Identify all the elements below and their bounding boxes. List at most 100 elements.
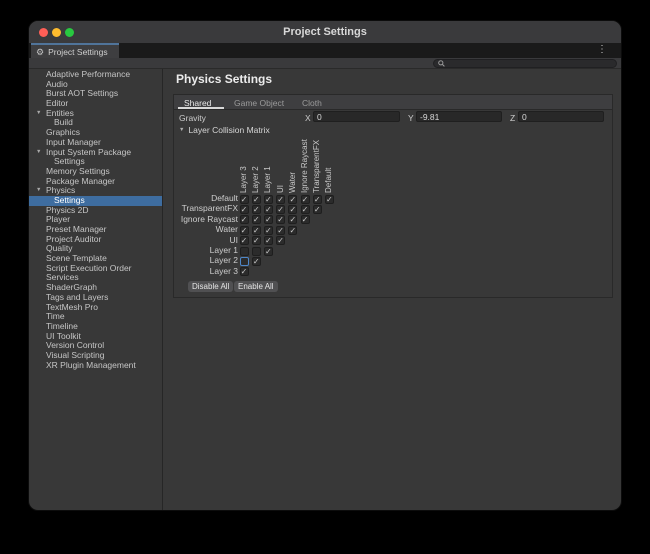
gravity-x-label: X — [305, 113, 311, 123]
foldout-arrow-icon[interactable]: ▼ — [36, 109, 41, 119]
collision-checkbox-ui-vs-ui[interactable]: ✓ — [276, 236, 285, 245]
check-icon: ✓ — [277, 205, 284, 214]
sidebar-item-label: XR Plugin Management — [46, 360, 136, 370]
gravity-label: Gravity — [179, 113, 206, 123]
collision-checkbox-default-vs-ignore-raycast[interactable]: ✓ — [301, 195, 310, 204]
collision-checkbox-water-vs-layer-3[interactable]: ✓ — [240, 226, 249, 235]
matrix-row-label-ui: UI — [174, 235, 238, 245]
check-icon: ✓ — [289, 215, 296, 224]
collision-checkbox-default-vs-ui[interactable]: ✓ — [276, 195, 285, 204]
collision-checkbox-default-vs-layer-3[interactable]: ✓ — [240, 195, 249, 204]
gravity-z-field[interactable]: 0 — [518, 111, 604, 122]
collision-checkbox-ignore-raycast-vs-water[interactable]: ✓ — [288, 215, 297, 224]
collision-checkbox-default-vs-layer-1[interactable]: ✓ — [264, 195, 273, 204]
foldout-arrow-icon[interactable]: ▼ — [36, 148, 41, 158]
sidebar-item-label: Physics — [46, 185, 75, 195]
sidebar-item-xr-plugin-management[interactable]: XR Plugin Management — [29, 361, 162, 371]
collision-checkbox-water-vs-layer-1[interactable]: ✓ — [264, 226, 273, 235]
collision-checkbox-default-vs-layer-2[interactable]: ✓ — [252, 195, 261, 204]
close-window-button[interactable] — [39, 28, 48, 37]
active-tab-underline — [178, 107, 224, 109]
sidebar-item-label: Quality — [46, 243, 72, 253]
collision-checkbox-default-vs-default[interactable]: ✓ — [325, 195, 334, 204]
collision-checkbox-ui-vs-layer-1[interactable]: ✓ — [264, 236, 273, 245]
gravity-y-field[interactable]: -9.81 — [416, 111, 502, 122]
collision-checkbox-transparentfx-vs-layer-1[interactable]: ✓ — [264, 205, 273, 214]
check-icon: ✓ — [265, 236, 272, 245]
window-title: Project Settings — [29, 21, 621, 43]
check-icon: ✓ — [253, 195, 260, 204]
collision-checkbox-water-vs-water[interactable]: ✓ — [288, 226, 297, 235]
collision-checkbox-ignore-raycast-vs-ignore-raycast[interactable]: ✓ — [301, 215, 310, 224]
check-icon: ✓ — [277, 215, 284, 224]
collision-checkbox-transparentfx-vs-layer-3[interactable]: ✓ — [240, 205, 249, 214]
titlebar[interactable]: Project Settings — [29, 21, 621, 43]
check-icon: ✓ — [314, 195, 321, 204]
gravity-x-field[interactable]: 0 — [313, 111, 400, 122]
collision-checkbox-layer-1-vs-layer-1[interactable]: ✓ — [264, 247, 273, 256]
sidebar-item-physics[interactable]: ▼ Physics — [29, 186, 162, 196]
sidebar-item-label: Script Execution Order — [46, 263, 132, 273]
sidebar-item-label: Memory Settings — [46, 166, 110, 176]
collision-checkbox-layer-1-vs-layer-2[interactable] — [252, 247, 261, 256]
collision-checkbox-layer-2-vs-layer-2[interactable]: ✓ — [252, 257, 261, 266]
collision-checkbox-water-vs-ui[interactable]: ✓ — [276, 226, 285, 235]
collision-checkbox-transparentfx-vs-water[interactable]: ✓ — [288, 205, 297, 214]
collision-checkbox-layer-3-vs-layer-3[interactable]: ✓ — [240, 267, 249, 276]
matrix-column-label-ignore-raycast: Ignore Raycast — [301, 139, 309, 193]
matrix-column-label-layer-2: Layer 2 — [252, 166, 260, 193]
check-icon: ✓ — [265, 195, 272, 204]
project-settings-window: Project Settings ⚙ Project Settings ⋮ Ad… — [28, 20, 622, 511]
foldout-arrow-icon[interactable]: ▼ — [36, 186, 41, 196]
collision-checkbox-ignore-raycast-vs-ui[interactable]: ✓ — [276, 215, 285, 224]
minimize-window-button[interactable] — [52, 28, 61, 37]
collision-checkbox-ignore-raycast-vs-layer-2[interactable]: ✓ — [252, 215, 261, 224]
tab-project-settings[interactable]: ⚙ Project Settings — [31, 43, 119, 58]
collision-checkbox-layer-2-vs-layer-3[interactable] — [240, 257, 249, 266]
tab-game-object[interactable]: Game Object — [234, 98, 284, 108]
check-icon: ✓ — [326, 195, 333, 204]
collision-checkbox-water-vs-layer-2[interactable]: ✓ — [252, 226, 261, 235]
check-icon: ✓ — [277, 195, 284, 204]
search-input[interactable] — [433, 59, 617, 68]
foldout-arrow-icon[interactable]: ▼ — [179, 127, 184, 133]
zoom-window-button[interactable] — [65, 28, 74, 37]
collision-checkbox-ui-vs-layer-3[interactable]: ✓ — [240, 236, 249, 245]
matrix-column-label-ui: UI — [277, 185, 285, 193]
collision-checkbox-transparentfx-vs-layer-2[interactable]: ✓ — [252, 205, 261, 214]
matrix-row-label-layer-2: Layer 2 — [174, 255, 238, 265]
check-icon: ✓ — [265, 247, 272, 256]
check-icon: ✓ — [241, 215, 248, 224]
check-icon: ✓ — [314, 205, 321, 214]
collision-checkbox-ignore-raycast-vs-layer-1[interactable]: ✓ — [264, 215, 273, 224]
check-icon: ✓ — [289, 195, 296, 204]
tab-cloth[interactable]: Cloth — [302, 98, 322, 108]
collision-checkbox-transparentfx-vs-ui[interactable]: ✓ — [276, 205, 285, 214]
matrix-row-label-water: Water — [174, 224, 238, 234]
check-icon: ✓ — [302, 215, 309, 224]
collision-checkbox-default-vs-transparentfx[interactable]: ✓ — [313, 195, 322, 204]
sidebar-item-entities[interactable]: ▼Entities — [29, 109, 162, 119]
collision-checkbox-transparentfx-vs-ignore-raycast[interactable]: ✓ — [301, 205, 310, 214]
sidebar-item-label: Scene Template — [46, 253, 107, 263]
enable-all-button[interactable]: Enable All — [234, 281, 278, 292]
sidebar-item-input-system-package[interactable]: ▼Input System Package — [29, 148, 162, 158]
sidebar-item-label: Time — [46, 311, 65, 321]
sidebar-item-label: Audio — [46, 79, 68, 89]
layer-collision-matrix-foldout[interactable]: ▼ Layer Collision Matrix — [179, 125, 270, 135]
kebab-menu-icon[interactable]: ⋮ — [597, 43, 607, 58]
collision-checkbox-ignore-raycast-vs-layer-3[interactable]: ✓ — [240, 215, 249, 224]
collision-checkbox-layer-1-vs-layer-3[interactable] — [240, 247, 249, 256]
sidebar-item-label: UI Toolkit — [46, 331, 81, 341]
disable-all-button[interactable]: Disable All — [188, 281, 233, 292]
matrix-row-label-layer-3: Layer 3 — [174, 266, 238, 276]
collision-checkbox-transparentfx-vs-transparentfx[interactable]: ✓ — [313, 205, 322, 214]
collision-checkbox-ui-vs-layer-2[interactable]: ✓ — [252, 236, 261, 245]
collision-checkbox-default-vs-water[interactable]: ✓ — [288, 195, 297, 204]
sidebar-item-label: Player — [46, 214, 70, 224]
sidebar-item-label: Input Manager — [46, 137, 101, 147]
matrix-column-label-layer-1: Layer 1 — [264, 166, 272, 193]
editor-tab-strip: ⚙ Project Settings ⋮ — [29, 43, 621, 58]
check-icon: ✓ — [277, 226, 284, 235]
shared-settings-box: SharedGame ObjectCloth Gravity X 0 Y -9.… — [173, 94, 613, 298]
